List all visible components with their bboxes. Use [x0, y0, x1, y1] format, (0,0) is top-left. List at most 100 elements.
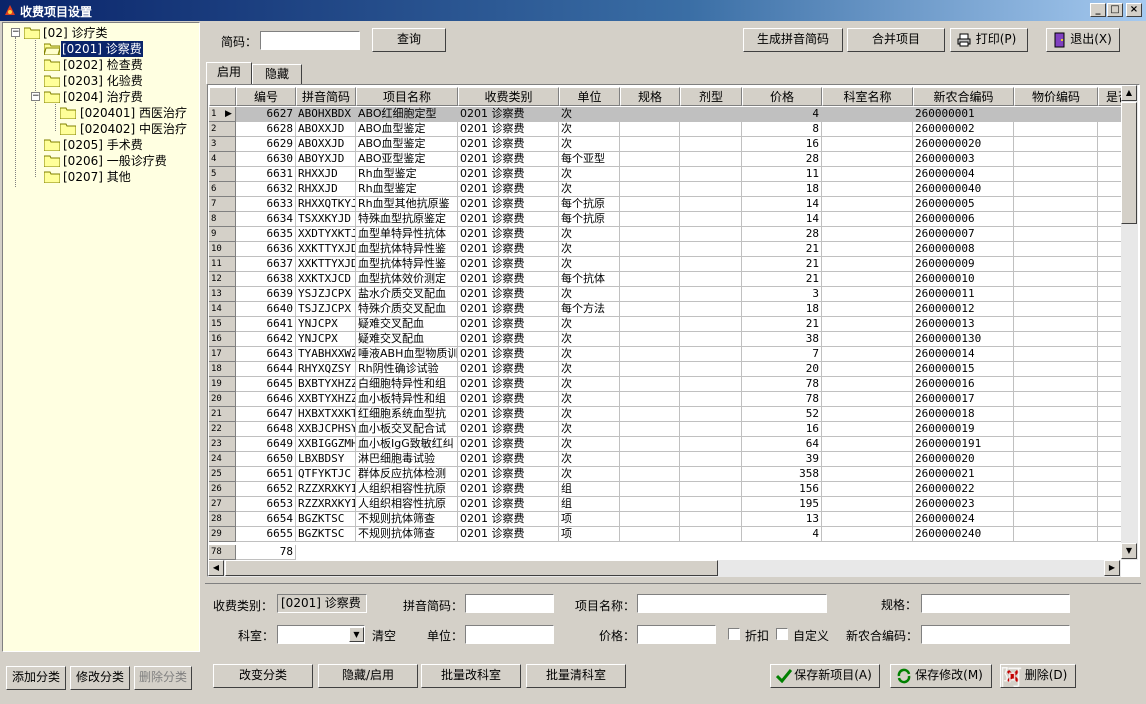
table-cell[interactable]: 次	[559, 362, 620, 377]
table-cell[interactable]	[822, 527, 913, 542]
table-row[interactable]: 76633RHXXQTKYJDRh血型其他抗原鉴0201 诊察费每个抗原 14 26…	[208, 197, 1138, 212]
table-cell[interactable]: 0201 诊察费	[458, 377, 559, 392]
table-cell[interactable]: 11	[742, 167, 822, 182]
table-cell[interactable]	[822, 242, 913, 257]
table-cell[interactable]	[1014, 422, 1098, 437]
table-cell[interactable]: 78	[742, 392, 822, 407]
table-cell[interactable]	[680, 362, 742, 377]
table-cell[interactable]: 156	[742, 482, 822, 497]
table-cell[interactable]	[1014, 452, 1098, 467]
table-cell[interactable]	[1014, 182, 1098, 197]
table-cell[interactable]: 0201 诊察费	[458, 512, 559, 527]
table-cell[interactable]: TYABHXXWZJ	[296, 347, 356, 362]
table-cell[interactable]: 260000011	[913, 287, 1014, 302]
table-cell[interactable]	[620, 467, 680, 482]
table-cell[interactable]: 260000008	[913, 242, 1014, 257]
table-cell[interactable]: 血型抗体特异性鉴	[356, 257, 458, 272]
table-row[interactable]: 276653RZZXRXKYII人组织相容性抗原0201 诊察费组 195 2600…	[208, 497, 1138, 512]
table-cell[interactable]	[680, 467, 742, 482]
table-row[interactable]: 29 6655 BGZKTSC 不规则抗体筛查 0201 诊察费项 4 2600000240	[208, 527, 1138, 542]
table-cell[interactable]: 52	[742, 407, 822, 422]
table-cell[interactable]: 0201 诊察费	[458, 167, 559, 182]
table-cell[interactable]: 0201 诊察费	[458, 257, 559, 272]
hide-enable-button[interactable]: 隐藏/启用	[318, 664, 418, 688]
table-cell[interactable]: 6647	[236, 407, 296, 422]
table-cell[interactable]	[822, 212, 913, 227]
table-cell[interactable]: XXBTYXHZZJ	[296, 392, 356, 407]
table-cell[interactable]: 14	[742, 212, 822, 227]
horizontal-scrollbar[interactable]: ◀ ▶	[208, 560, 1121, 577]
table-cell[interactable]	[620, 392, 680, 407]
add-category-button[interactable]: 添加分类	[6, 666, 66, 690]
table-cell[interactable]: 淋巴细胞毒试验	[356, 452, 458, 467]
table-cell[interactable]	[620, 317, 680, 332]
table-cell[interactable]	[680, 527, 742, 542]
table-cell[interactable]: 16	[742, 422, 822, 437]
table-cell[interactable]: ABO血型鉴定	[356, 122, 458, 137]
table-cell[interactable]: BGZKTSC	[296, 527, 356, 542]
table-cell[interactable]: 0201 诊察费	[458, 302, 559, 317]
table-cell[interactable]: 0201 诊察费	[458, 527, 559, 542]
table-cell[interactable]	[1014, 362, 1098, 377]
table-cell[interactable]	[822, 317, 913, 332]
table-cell[interactable]: 疑难交叉配血	[356, 332, 458, 347]
name-input[interactable]	[637, 594, 827, 613]
table-cell[interactable]	[1014, 272, 1098, 287]
table-cell[interactable]: 0201 诊察费	[458, 107, 559, 122]
table-cell[interactable]	[620, 257, 680, 272]
table-cell[interactable]	[680, 257, 742, 272]
table-cell[interactable]: 次	[559, 332, 620, 347]
merge-items-button[interactable]: 合并项目	[847, 28, 945, 52]
table-cell[interactable]: 6644	[236, 362, 296, 377]
table-cell[interactable]: 260000016	[913, 377, 1014, 392]
save-edit-button[interactable]: 保存修改(M)	[890, 664, 992, 688]
table-cell[interactable]	[680, 482, 742, 497]
discount-checkbox[interactable]	[728, 628, 740, 640]
table-cell[interactable]: 0201 诊察费	[458, 182, 559, 197]
table-cell[interactable]: 260000023	[913, 497, 1014, 512]
maximize-button[interactable]: □	[1107, 3, 1123, 17]
table-cell[interactable]	[822, 152, 913, 167]
table-cell[interactable]: 260000013	[913, 317, 1014, 332]
print-button[interactable]: 打印(P)	[950, 28, 1028, 52]
table-cell[interactable]: 260000017	[913, 392, 1014, 407]
table-cell[interactable]	[620, 107, 680, 122]
table-cell[interactable]	[1014, 407, 1098, 422]
table-cell[interactable]	[822, 182, 913, 197]
table-cell[interactable]: 每个抗体	[559, 272, 620, 287]
table-cell[interactable]: 白细胞特异性和组	[356, 377, 458, 392]
scroll-up-icon[interactable]: ▲	[1121, 85, 1137, 101]
table-row[interactable]: 25 6651 QTFYKTJC 群体反应抗体检测 0201 诊察费次 358 260000…	[208, 467, 1138, 482]
table-cell[interactable]: 血小板特异性和组	[356, 392, 458, 407]
table-cell[interactable]: 次	[559, 242, 620, 257]
table-cell[interactable]: 7	[742, 347, 822, 362]
table-cell[interactable]	[1014, 527, 1098, 542]
batch-change-dept-button[interactable]: 批量改科室	[421, 664, 521, 688]
table-cell[interactable]	[620, 452, 680, 467]
table-cell[interactable]: 78	[742, 377, 822, 392]
table-cell[interactable]	[822, 392, 913, 407]
table-cell[interactable]	[822, 122, 913, 137]
table-cell[interactable]	[620, 512, 680, 527]
table-cell[interactable]: 血型抗体效价测定	[356, 272, 458, 287]
table-cell[interactable]: 血小板交叉配合试	[356, 422, 458, 437]
table-row[interactable]: 206646XXBTYXHZZJ血小板特异性和组0201 诊察费次 78 26000…	[208, 392, 1138, 407]
table-cell[interactable]	[822, 467, 913, 482]
table-cell[interactable]: XXBJCPHSY	[296, 422, 356, 437]
table-cell[interactable]	[620, 272, 680, 287]
table-row[interactable]: 28 6654 BGZKTSC 不规则抗体筛查 0201 诊察费项 13 260000024	[208, 512, 1138, 527]
table-cell[interactable]: 4	[742, 527, 822, 542]
table-cell[interactable]: XXKTXJCD	[296, 272, 356, 287]
table-cell[interactable]	[822, 407, 913, 422]
table-row[interactable]: 18 6644 RHYXQZSY Rh阴性确诊试验 0201 诊察费次 20 2600000…	[208, 362, 1138, 377]
table-cell[interactable]: 14	[742, 197, 822, 212]
tab-enabled[interactable]: 启用	[206, 62, 252, 84]
table-cell[interactable]	[822, 497, 913, 512]
table-cell[interactable]	[620, 422, 680, 437]
table-cell[interactable]: 6631	[236, 167, 296, 182]
table-cell[interactable]: 次	[559, 122, 620, 137]
table-cell[interactable]	[680, 227, 742, 242]
table-cell[interactable]: 0201 诊察费	[458, 482, 559, 497]
table-row[interactable]: 6 6632 RHXXJD Rh血型鉴定 0201 诊察费次 18 2600000040	[208, 182, 1138, 197]
table-cell[interactable]: 260000009	[913, 257, 1014, 272]
